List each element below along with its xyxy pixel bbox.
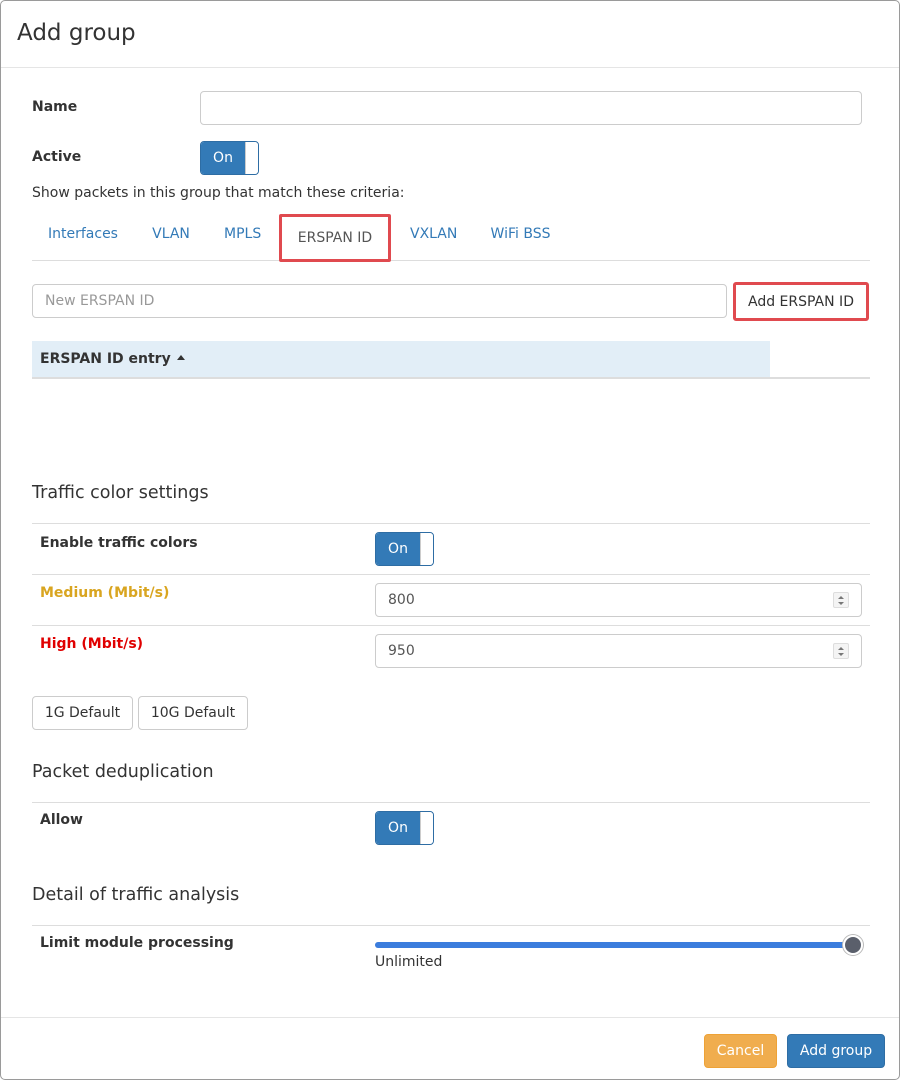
add-erspan-id-button[interactable]: Add ERSPAN ID xyxy=(733,282,869,321)
limit-module-processing-label: Limit module processing xyxy=(40,935,234,951)
high-mbits-input[interactable]: 950 xyxy=(375,634,862,668)
medium-spinner-icon[interactable] xyxy=(833,592,849,608)
erspan-id-entry-column-header[interactable]: ERSPAN ID entry xyxy=(32,341,770,377)
enable-traffic-colors-toggle-handle xyxy=(420,533,433,565)
enable-traffic-colors-label: Enable traffic colors xyxy=(40,535,198,551)
active-toggle-handle xyxy=(245,142,258,174)
medium-mbits-label: Medium (Mbit/s) xyxy=(40,585,170,601)
medium-mbits-value: 800 xyxy=(388,592,415,608)
limit-module-slider-value: Unlimited xyxy=(375,954,443,970)
add-group-button[interactable]: Add group xyxy=(787,1034,885,1068)
allow-label: Allow xyxy=(40,812,83,828)
name-input[interactable] xyxy=(200,91,862,125)
medium-mbits-input[interactable]: 800 xyxy=(375,583,862,617)
limit-module-slider-track[interactable] xyxy=(375,935,863,955)
criteria-tabs: Interfaces VLAN MPLS ERSPAN ID VXLAN WiF… xyxy=(32,213,870,262)
limit-module-slider-handle[interactable] xyxy=(843,935,863,955)
dedup-allow-toggle[interactable]: On xyxy=(375,811,434,845)
enable-traffic-colors-toggle-on-label: On xyxy=(376,533,420,565)
active-toggle-on-label: On xyxy=(201,142,245,174)
traffic-color-settings-title: Traffic color settings xyxy=(32,483,209,503)
high-mbits-label: High (Mbit/s) xyxy=(40,636,144,652)
criteria-text: Show packets in this group that match th… xyxy=(32,185,405,201)
active-toggle[interactable]: On xyxy=(200,141,259,175)
traffic-analysis-title: Detail of traffic analysis xyxy=(32,885,240,905)
1g-default-button[interactable]: 1G Default xyxy=(32,696,133,730)
dedup-allow-row: Allow On xyxy=(32,802,870,853)
tab-wifi-bss[interactable]: WiFi BSS xyxy=(490,213,551,261)
erspan-table-header: ERSPAN ID entry xyxy=(32,341,870,379)
limit-module-processing-row: Limit module processing Unlimited xyxy=(32,925,870,985)
high-spinner-icon[interactable] xyxy=(833,643,849,659)
new-erspan-id-input[interactable] xyxy=(32,284,727,318)
medium-threshold-row: Medium (Mbit/s) 800 xyxy=(32,574,870,625)
10g-default-button[interactable]: 10G Default xyxy=(138,696,248,730)
tab-mpls[interactable]: MPLS xyxy=(224,213,261,261)
packet-deduplication-title: Packet deduplication xyxy=(32,762,214,782)
erspan-id-entry-header-label: ERSPAN ID entry xyxy=(40,351,171,367)
limit-module-slider-fill xyxy=(375,942,851,948)
active-label: Active xyxy=(32,149,82,165)
enable-traffic-colors-toggle[interactable]: On xyxy=(375,532,434,566)
enable-traffic-colors-row: Enable traffic colors On xyxy=(32,523,870,574)
name-label: Name xyxy=(32,99,78,115)
cancel-button[interactable]: Cancel xyxy=(704,1034,777,1068)
modal-header: Add group xyxy=(1,1,899,68)
add-group-modal: Add group Name Active On Show packets in… xyxy=(0,0,900,1080)
dedup-allow-toggle-on-label: On xyxy=(376,812,420,844)
tab-erspan-id[interactable]: ERSPAN ID xyxy=(279,214,391,262)
sort-ascending-icon xyxy=(176,355,185,360)
modal-footer: Cancel Add group xyxy=(1,1017,899,1079)
dedup-allow-toggle-handle xyxy=(420,812,433,844)
tab-vlan[interactable]: VLAN xyxy=(152,213,190,261)
tab-interfaces[interactable]: Interfaces xyxy=(48,213,118,261)
modal-title: Add group xyxy=(17,20,136,46)
high-mbits-value: 950 xyxy=(388,643,415,659)
tab-vxlan[interactable]: VXLAN xyxy=(410,213,457,261)
high-threshold-row: High (Mbit/s) 950 xyxy=(32,625,870,676)
